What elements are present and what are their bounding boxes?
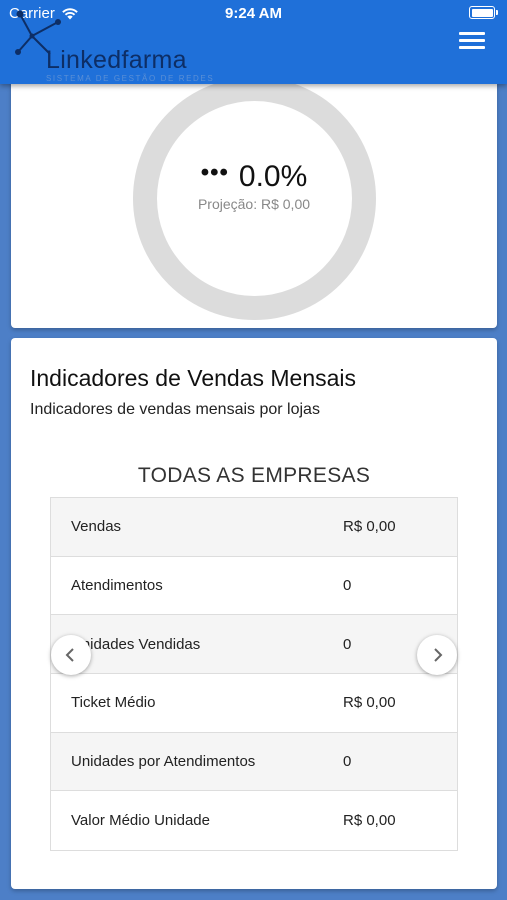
chevron-left-icon — [65, 648, 74, 662]
logo-subtitle: SISTEMA DE GESTÃO DE REDES — [46, 74, 215, 83]
row-label: Unidades Vendidas — [71, 635, 201, 653]
row-label: Valor Médio Unidade — [71, 812, 210, 830]
sales-subtitle: Indicadores de vendas mensais por lojas — [30, 401, 320, 418]
chevron-right-icon — [434, 648, 443, 662]
row-label: Vendas — [71, 518, 122, 536]
battery-icon — [469, 6, 498, 19]
row-label: Ticket Médio — [71, 694, 156, 712]
gauge-value-row: ••• 0.0% — [11, 159, 497, 194]
row-value: R$ 0,00 — [343, 812, 396, 830]
logo-wordmark: Linkedfarma — [46, 46, 187, 74]
sales-indicators-card: Indicadores de Vendas Mensais Indicadore… — [11, 338, 497, 889]
row-value: R$ 0,00 — [343, 518, 396, 536]
row-value: R$ 0,00 — [343, 694, 396, 712]
indicators-table: Vendas R$ 0,00 Atendimentos 0 Unidades V… — [50, 497, 458, 852]
table-row: Unidades Vendidas 0 — [51, 615, 457, 675]
table-row: Vendas R$ 0,00 — [51, 498, 457, 557]
app-header: Carrier 9:24 AM Linkedfarma SISTEMA DE G… — [0, 0, 507, 84]
row-value: 0 — [343, 577, 352, 595]
company-title: TODAS AS EMPRESAS — [137, 464, 371, 487]
sales-title: Indicadores de Vendas Mensais — [30, 365, 357, 391]
table-row: Unidades por Atendimentos 0 — [51, 732, 457, 792]
gauge-card: ••• 0.0% Projeção: R$ 0,00 — [11, 60, 497, 328]
gauge-percentage: 0.0% — [238, 160, 308, 193]
table-row: Ticket Médio R$ 0,00 — [51, 674, 457, 733]
table-row: Atendimentos 0 — [51, 557, 457, 616]
hamburger-menu-icon[interactable] — [459, 32, 485, 52]
carousel-prev-button[interactable] — [51, 635, 91, 675]
row-label: Atendimentos — [71, 577, 163, 595]
gauge-dots: ••• — [200, 159, 229, 186]
gauge-projection: Projeção: R$ 0,00 — [197, 196, 311, 212]
row-value: 0 — [343, 635, 352, 653]
table-row: Valor Médio Unidade R$ 0,00 — [51, 791, 457, 850]
app-logo: Linkedfarma SISTEMA DE GESTÃO DE REDES — [10, 8, 213, 83]
carousel-next-button[interactable] — [417, 635, 457, 675]
row-value: 0 — [343, 753, 352, 771]
row-label: Unidades por Atendimentos — [71, 753, 256, 771]
